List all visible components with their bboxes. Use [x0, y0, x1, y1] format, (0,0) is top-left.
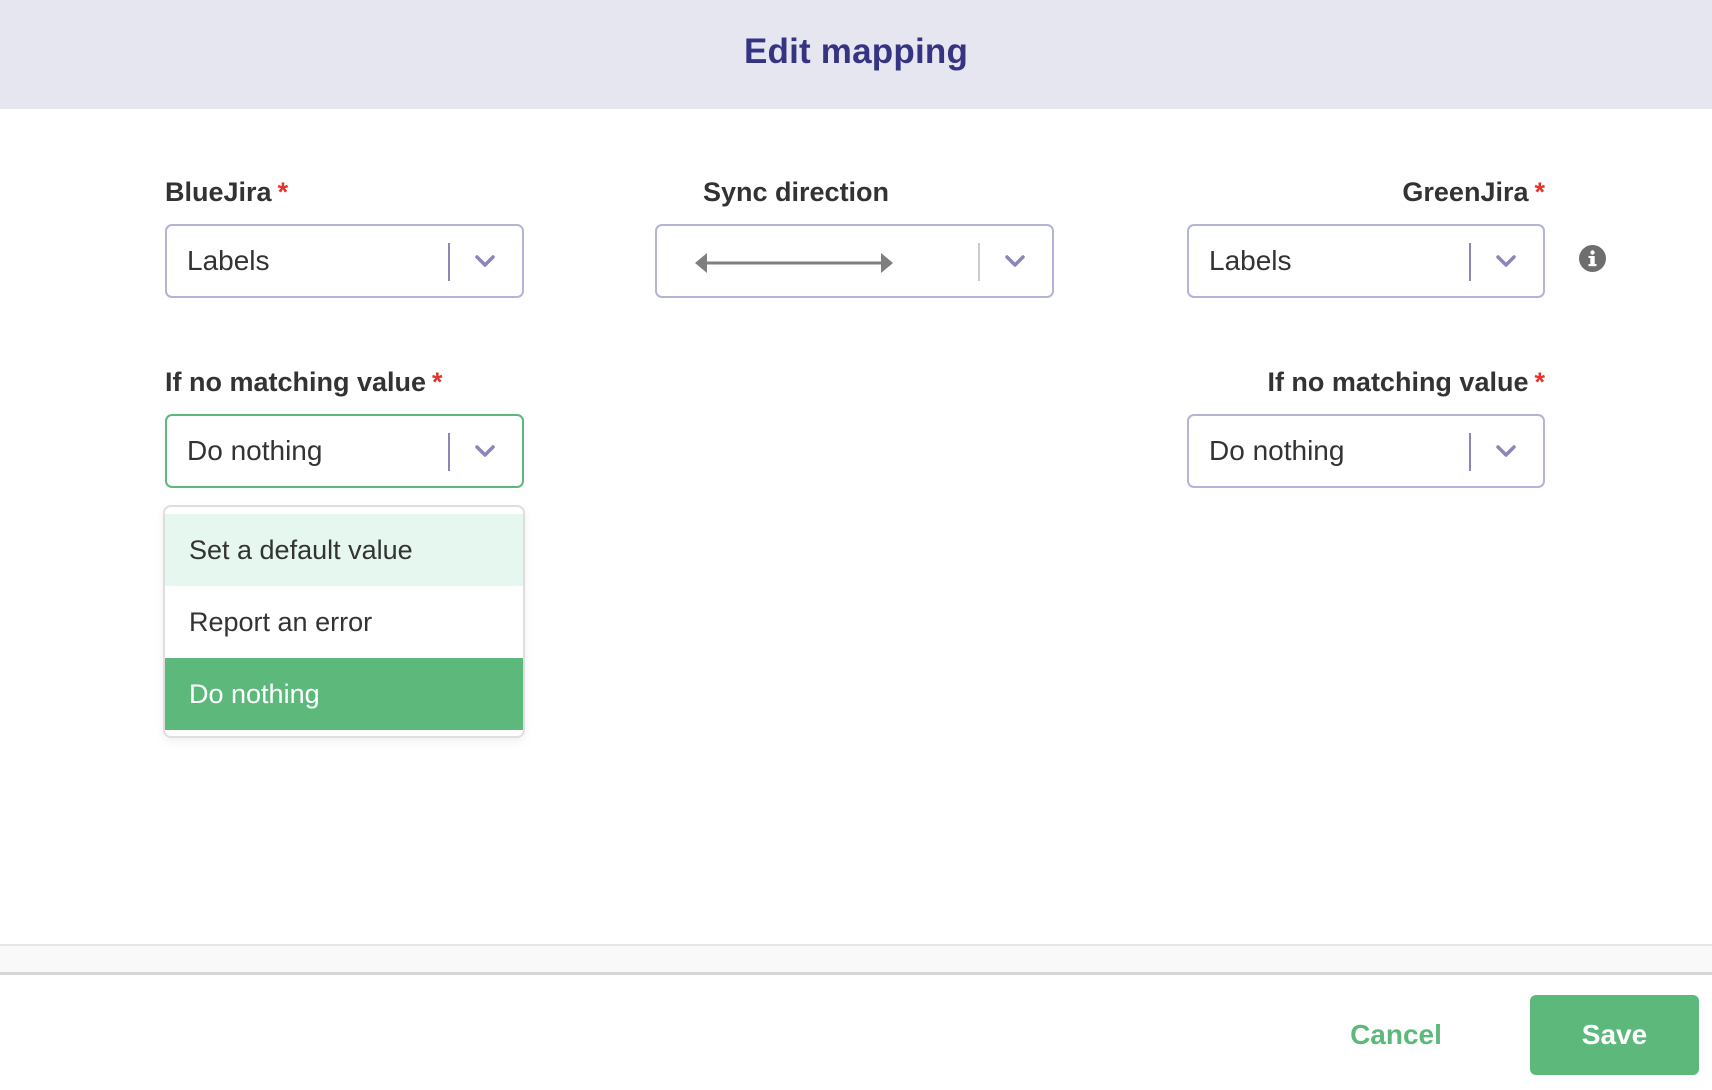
sync-direction-select[interactable]: [655, 224, 1054, 298]
bidirectional-arrow-icon: [695, 253, 893, 273]
required-marker: *: [1534, 367, 1545, 397]
right-nomatch-label: If no matching value *: [1267, 366, 1545, 398]
save-button[interactable]: Save: [1530, 995, 1699, 1075]
required-marker: *: [277, 177, 289, 207]
bluejira-field-label: BlueJira *: [165, 176, 288, 208]
sync-direction-label: Sync direction: [703, 177, 890, 207]
chevron-down-icon: [1496, 255, 1516, 267]
chevron-down-icon: [1005, 255, 1025, 267]
bluejira-field-select[interactable]: Labels: [165, 224, 524, 298]
select-separator: [978, 243, 980, 281]
greenjira-field-value: Labels: [1209, 245, 1292, 276]
right-nomatch-value: Do nothing: [1209, 435, 1345, 466]
option-report-error[interactable]: Report an error: [165, 586, 523, 658]
required-marker: *: [432, 367, 443, 397]
option-set-default-value[interactable]: Set a default value: [165, 514, 523, 586]
cancel-button[interactable]: Cancel: [1340, 995, 1452, 1075]
option-do-nothing[interactable]: Do nothing: [165, 658, 523, 730]
nomatch-options-menu: Set a default value Report an error Do n…: [163, 505, 525, 738]
chevron-down-icon: [475, 445, 495, 457]
greenjira-field-label: GreenJira *: [1402, 176, 1545, 208]
bluejira-label-text: BlueJira: [165, 177, 272, 207]
modal-title: Edit mapping: [743, 31, 969, 71]
footer-divider: [0, 944, 1712, 975]
bluejira-field-value: Labels: [187, 245, 270, 276]
info-circle-icon[interactable]: [1579, 245, 1606, 272]
chevron-down-icon: [1496, 445, 1516, 457]
right-nomatch-select[interactable]: Do nothing: [1187, 414, 1545, 488]
greenjira-label-text: GreenJira: [1402, 177, 1529, 207]
modal-header: Edit mapping: [0, 0, 1712, 109]
greenjira-field-select[interactable]: Labels: [1187, 224, 1545, 298]
left-nomatch-label-text: If no matching value: [165, 367, 427, 397]
chevron-down-icon: [475, 255, 495, 267]
select-separator: [1469, 433, 1471, 471]
select-separator: [448, 433, 450, 471]
left-nomatch-value: Do nothing: [187, 435, 323, 466]
select-separator: [448, 243, 450, 281]
info-glyph: [1588, 250, 1597, 267]
left-nomatch-label: If no matching value *: [165, 366, 443, 398]
right-nomatch-label-text: If no matching value: [1267, 367, 1529, 397]
select-separator: [1469, 243, 1471, 281]
left-nomatch-select[interactable]: Do nothing: [165, 414, 524, 488]
required-marker: *: [1534, 177, 1545, 207]
